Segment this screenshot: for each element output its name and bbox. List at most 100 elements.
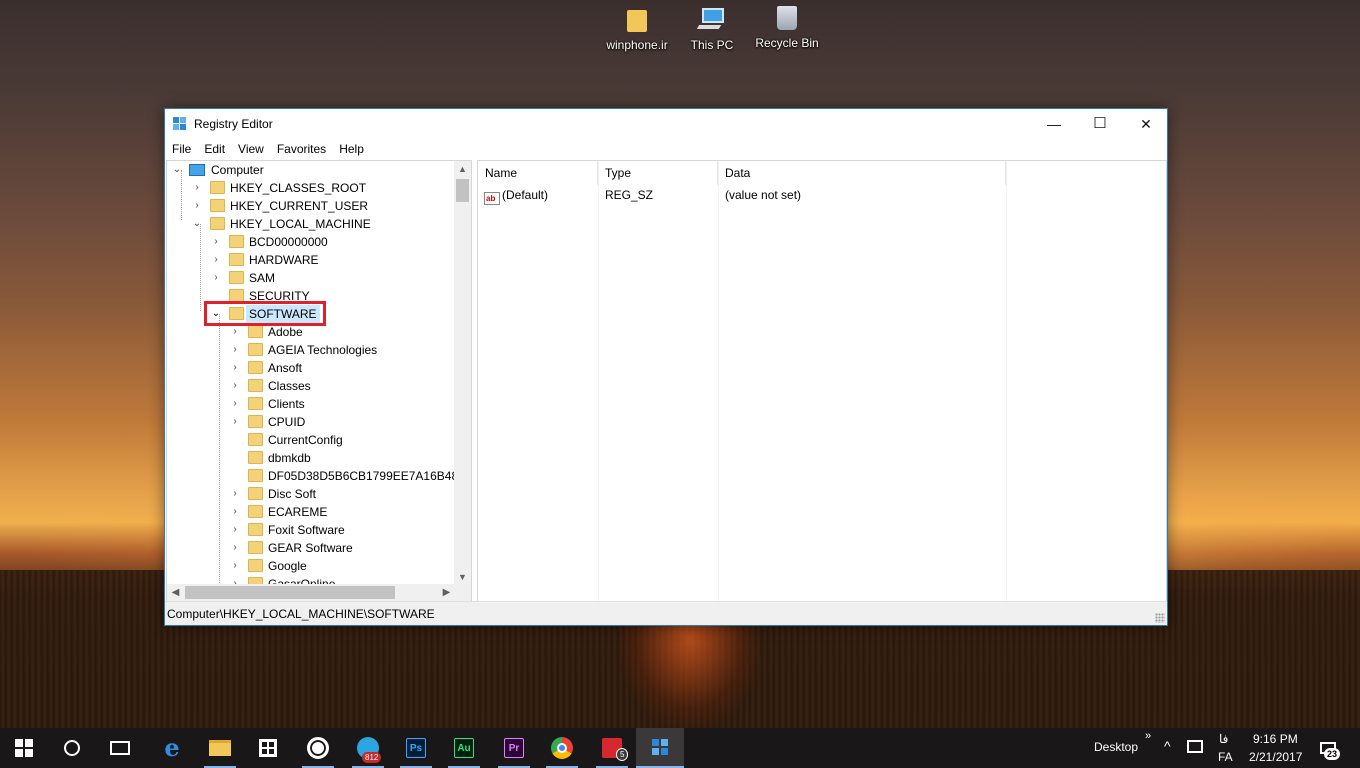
taskbar-chrome[interactable]	[538, 728, 586, 768]
scroll-thumb[interactable]	[456, 179, 469, 202]
column-header-name[interactable]: Name	[478, 161, 598, 185]
folder-icon	[248, 559, 263, 572]
language-indicator-top[interactable]: فا	[1219, 732, 1228, 746]
whatsapp-icon	[307, 737, 329, 759]
task-view-button[interactable]	[96, 728, 144, 768]
desktop-icon-winphone[interactable]: winphone.ir	[597, 6, 677, 52]
desktop-icon-this-pc[interactable]: This PC	[672, 6, 752, 52]
scroll-thumb[interactable]	[185, 586, 395, 599]
tree-vertical-scrollbar[interactable]: ▲ ▼	[454, 161, 471, 585]
chevron-right-icon[interactable]: ›	[230, 485, 240, 503]
folder-icon	[248, 541, 263, 554]
scroll-down-icon[interactable]: ▼	[454, 569, 471, 585]
chevron-right-icon[interactable]: ›	[230, 359, 240, 377]
registry-editor-icon	[173, 117, 188, 132]
start-button[interactable]	[0, 728, 48, 768]
chevron-right-icon[interactable]: ›	[230, 395, 240, 413]
column-header-type[interactable]: Type	[598, 161, 718, 185]
tree-label: CurrentConfig	[268, 433, 343, 447]
chevron-right-icon[interactable]: ›	[230, 521, 240, 539]
menu-help[interactable]: Help	[332, 139, 370, 156]
scroll-right-icon[interactable]: ▶	[438, 584, 455, 601]
taskbar-audition[interactable]: Au	[440, 728, 488, 768]
resize-grip-icon[interactable]	[1155, 613, 1165, 623]
window-title: Registry Editor	[194, 117, 273, 131]
folder-icon	[248, 325, 263, 338]
folder-icon	[248, 361, 263, 374]
taskbar-regedit[interactable]	[636, 728, 684, 768]
toolbar-overflow-icon[interactable]: »	[1145, 730, 1151, 742]
chevron-right-icon[interactable]: ›	[230, 413, 240, 431]
title-bar[interactable]: Registry Editor — ☐ ✕	[165, 109, 1167, 139]
edge-icon: e	[164, 733, 180, 762]
cortana-button[interactable]	[48, 728, 96, 768]
chevron-right-icon[interactable]: ›	[230, 539, 240, 557]
folder-icon	[210, 199, 225, 212]
chevron-down-icon[interactable]: ⌄	[192, 215, 202, 233]
taskbar-file-explorer[interactable]	[196, 728, 244, 768]
values-pane[interactable]: Name Type Data ab (Default) REG_SZ (value…	[477, 160, 1167, 602]
menu-edit[interactable]: Edit	[197, 139, 231, 156]
tree-label: Foxit Software	[268, 523, 345, 537]
chevron-right-icon[interactable]: ›	[230, 377, 240, 395]
menu-view[interactable]: View	[231, 139, 270, 156]
maximize-button[interactable]: ☐	[1077, 109, 1123, 139]
scroll-left-icon[interactable]: ◀	[167, 584, 184, 601]
network-icon[interactable]	[1187, 740, 1203, 753]
scroll-up-icon[interactable]: ▲	[454, 161, 471, 177]
folder-icon	[248, 379, 263, 392]
cortana-icon	[64, 740, 80, 756]
menu-bar: File Edit View Favorites Help	[165, 139, 1167, 159]
taskbar-red-app[interactable]: 5	[588, 728, 636, 768]
computer-icon	[189, 164, 205, 176]
desktop-toolbar-label[interactable]: Desktop	[1094, 740, 1138, 754]
menu-file[interactable]: File	[165, 139, 197, 156]
tree-label: Clients	[268, 397, 305, 411]
chevron-right-icon[interactable]: ›	[230, 503, 240, 521]
taskbar-telegram[interactable]: 812	[344, 728, 392, 768]
folder-icon	[627, 10, 647, 32]
clock-time[interactable]: 9:16 PM	[1253, 732, 1298, 746]
chevron-right-icon[interactable]: ›	[230, 557, 240, 575]
taskbar-photoshop[interactable]: Ps	[392, 728, 440, 768]
minimize-button[interactable]: —	[1031, 109, 1077, 139]
value-row-default[interactable]: ab (Default)	[484, 185, 548, 205]
string-value-icon: ab	[484, 192, 500, 205]
show-hidden-icons-icon[interactable]: ^	[1164, 738, 1171, 754]
folder-icon	[248, 415, 263, 428]
clock-date[interactable]: 2/21/2017	[1249, 750, 1302, 764]
tree-label: Disc Soft	[268, 487, 317, 501]
taskbar-premiere[interactable]: Pr	[490, 728, 538, 768]
windows-logo-icon	[15, 739, 33, 757]
chevron-right-icon[interactable]: ›	[211, 233, 221, 251]
tree-horizontal-scrollbar[interactable]: ◀ ▶	[167, 584, 455, 601]
store-icon	[259, 739, 277, 757]
column-header-data[interactable]: Data	[718, 161, 1006, 185]
tree-label: HKEY_CURRENT_USER	[230, 199, 369, 213]
tree-label: HKEY_LOCAL_MACHINE	[230, 217, 371, 231]
folder-icon	[248, 505, 263, 518]
chevron-right-icon[interactable]: ›	[211, 251, 221, 269]
registry-tree[interactable]: ⌄ Computer › HKEY_CLASSES_ROOT › HKEY_CU…	[166, 160, 472, 602]
taskbar-edge[interactable]: e	[148, 728, 196, 768]
registry-editor-icon	[652, 739, 668, 755]
tree-label: Classes	[268, 379, 311, 393]
language-indicator[interactable]: FA	[1218, 750, 1233, 764]
tree-label: Ansoft	[268, 361, 303, 375]
taskbar-store[interactable]	[244, 728, 292, 768]
tree-label: CPUID	[268, 415, 306, 429]
chevron-down-icon[interactable]: ⌄	[172, 161, 182, 179]
value-type: REG_SZ	[605, 188, 654, 202]
chevron-right-icon[interactable]: ›	[230, 341, 240, 359]
close-button[interactable]: ✕	[1123, 109, 1169, 139]
folder-icon	[248, 469, 263, 482]
chrome-icon	[551, 737, 573, 759]
photoshop-icon: Ps	[406, 738, 426, 758]
chevron-right-icon[interactable]: ›	[192, 197, 202, 215]
chevron-right-icon[interactable]: ›	[211, 269, 221, 287]
tree-label: SAM	[249, 271, 276, 285]
chevron-right-icon[interactable]: ›	[192, 179, 202, 197]
taskbar-whatsapp[interactable]	[294, 728, 342, 768]
desktop-icon-recycle-bin[interactable]: Recycle Bin	[747, 6, 827, 50]
menu-favorites[interactable]: Favorites	[270, 139, 332, 156]
